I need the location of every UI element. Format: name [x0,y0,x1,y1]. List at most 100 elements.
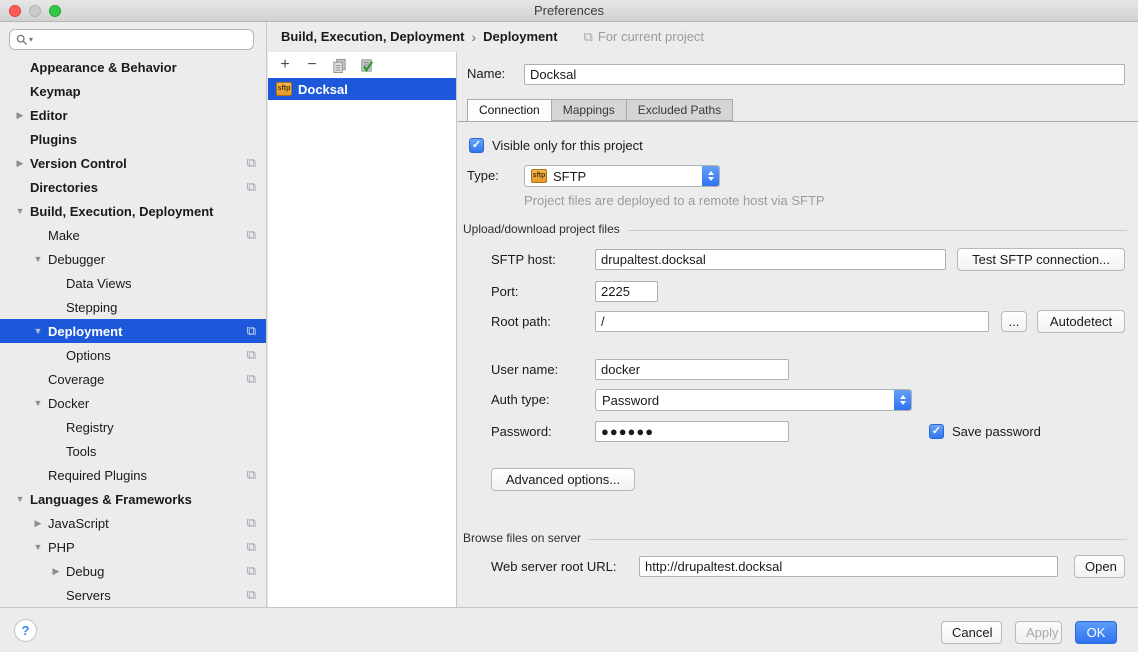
duplicate-server-button[interactable] [331,57,347,73]
type-hint: Project files are deployed to a remote h… [524,193,825,208]
sidebar-item-php[interactable]: ▼PHP⧉ [0,535,266,559]
sidebar-item-javascript[interactable]: ▶JavaScript⧉ [0,511,266,535]
tabs: Connection Mappings Excluded Paths [467,99,733,122]
use-as-default-button[interactable] [358,57,374,73]
sftp-host-input[interactable] [595,249,946,270]
web-root-input[interactable] [639,556,1058,577]
tab-connection[interactable]: Connection [467,99,552,122]
sidebar-item-required-plugins[interactable]: Required Plugins⧉ [0,463,266,487]
chevron-right-icon[interactable]: ▶ [10,158,30,169]
sidebar-item-appearance-behavior[interactable]: Appearance & Behavior [0,55,266,79]
sidebar-item-coverage[interactable]: Coverage ⧉ [0,367,266,391]
default-server-check-icon [359,58,374,73]
cancel-button[interactable]: Cancel [941,621,1002,644]
sidebar-item-data-views[interactable]: Data Views [0,271,266,295]
breadcrumb-part1: Build, Execution, Deployment [281,22,464,52]
sidebar-item-label: Deployment [48,324,122,339]
search-options-caret-icon[interactable]: ▾ [29,35,33,44]
type-value: SFTP [553,169,586,184]
sidebar-item-label: Docker [48,396,89,411]
copy-icon [332,58,347,73]
server-list-panel: + − [268,52,457,607]
auth-type-select[interactable]: Password [595,389,912,411]
sidebar-item-label: Data Views [66,276,132,291]
zoom-button[interactable] [49,5,61,17]
apply-button[interactable]: Apply [1015,621,1062,644]
sidebar-item-make[interactable]: Make⧉ [0,223,266,247]
chevron-down-icon[interactable]: ▼ [28,398,48,408]
user-name-input[interactable] [595,359,789,380]
chevron-down-icon[interactable]: ▼ [10,206,30,216]
breadcrumb-separator: › [471,22,476,52]
sidebar-item-label: Make [48,228,80,243]
sidebar-item-servers[interactable]: Servers⧉ [0,583,266,607]
chevron-down-icon[interactable]: ▼ [28,542,48,552]
sidebar-item-stepping[interactable]: Stepping [0,295,266,319]
project-scope-icon: ⧉ [247,563,256,579]
sidebar-item-label: Build, Execution, Deployment [30,204,213,219]
port-input[interactable] [595,281,658,302]
help-button[interactable]: ? [14,619,37,642]
settings-sidebar: ▾ Appearance & BehaviorKeymap▶EditorPlug… [0,22,267,607]
sidebar-item-debug[interactable]: ▶Debug⧉ [0,559,266,583]
sidebar-item-languages-frameworks[interactable]: ▼Languages & Frameworks [0,487,266,511]
root-path-input[interactable] [595,311,989,332]
search-icon [16,34,28,46]
sidebar-item-directories[interactable]: Directories⧉ [0,175,266,199]
remove-server-button[interactable]: − [304,57,320,73]
sidebar-item-docker[interactable]: ▼Docker [0,391,266,415]
name-label: Name: [467,63,505,85]
chevron-down-icon[interactable]: ▼ [28,254,48,264]
chevron-down-icon[interactable]: ▼ [28,326,48,336]
autodetect-button[interactable]: Autodetect [1037,310,1125,333]
root-path-label: Root path: [491,311,551,333]
server-name: Docksal [298,82,348,97]
minimize-button[interactable] [29,5,41,17]
sidebar-item-build-execution-deployment[interactable]: ▼Build, Execution, Deployment [0,199,266,223]
auth-select-stepper-icon [894,390,911,410]
preferences-window: Preferences ▾ Appearance & BehaviorKeyma… [0,0,1138,652]
save-password-checkbox[interactable]: ✓ [929,424,944,439]
sidebar-item-plugins[interactable]: Plugins [0,127,266,151]
sidebar-item-tools[interactable]: Tools [0,439,266,463]
chevron-right-icon[interactable]: ▶ [46,566,66,577]
ok-button[interactable]: OK [1075,621,1117,644]
sidebar-item-editor[interactable]: ▶Editor [0,103,266,127]
advanced-options-button[interactable]: Advanced options... [491,468,635,491]
close-button[interactable] [9,5,21,17]
chevron-right-icon[interactable]: ▶ [28,518,48,529]
window-title: Preferences [0,0,1138,22]
password-input[interactable] [595,421,789,442]
visible-only-checkbox[interactable]: ✓ [469,138,484,153]
chevron-right-icon[interactable]: ▶ [10,110,30,121]
port-label: Port: [491,281,518,303]
sidebar-item-keymap[interactable]: Keymap [0,79,266,103]
sidebar-item-registry[interactable]: Registry [0,415,266,439]
test-sftp-connection-button[interactable]: Test SFTP connection... [957,248,1125,271]
name-input[interactable] [524,64,1125,85]
add-server-button[interactable]: + [277,57,293,73]
auth-type-label: Auth type: [491,389,550,411]
search-input[interactable] [37,33,247,47]
open-url-button[interactable]: Open [1074,555,1125,578]
tab-excluded-paths[interactable]: Excluded Paths [626,99,733,121]
sidebar-item-options[interactable]: Options⧉ [0,343,266,367]
sftp-file-icon: sftp [276,82,292,96]
scope-label: For current project [598,22,704,52]
chevron-down-icon[interactable]: ▼ [10,494,30,504]
project-scope-icon: ⧉ [584,22,593,52]
auth-type-value: Password [602,393,659,408]
browse-root-path-button[interactable]: ... [1001,311,1027,332]
tab-mappings[interactable]: Mappings [551,99,627,121]
sidebar-item-debugger[interactable]: ▼Debugger [0,247,266,271]
settings-search[interactable]: ▾ [9,29,254,50]
sidebar-item-deployment[interactable]: ▼Deployment⧉ [0,319,266,343]
titlebar: Preferences [0,0,1138,22]
sidebar-item-label: Coverage [48,372,104,387]
server-list-item-docksal[interactable]: sftp Docksal [268,78,456,100]
sidebar-item-version-control[interactable]: ▶Version Control⧉ [0,151,266,175]
sidebar-tree: Appearance & BehaviorKeymap▶EditorPlugin… [0,55,266,607]
sidebar-item-label: Version Control [30,156,127,171]
project-scope-icon: ⧉ [247,371,256,387]
type-select[interactable]: sftp SFTP [524,165,720,187]
